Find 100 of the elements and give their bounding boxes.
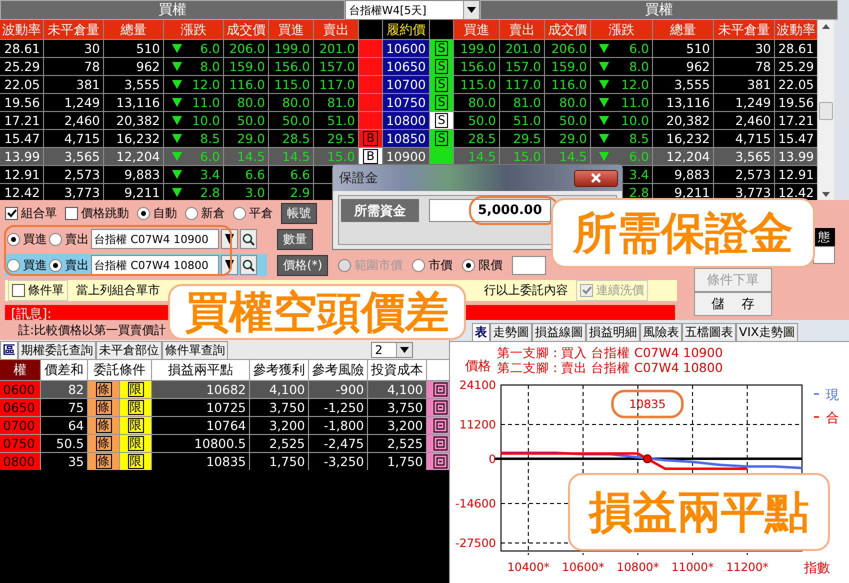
radio-button[interactable] — [7, 258, 20, 272]
series-select[interactable]: 台指權W4[5天] — [345, 0, 480, 20]
change-value: 6.0 — [200, 149, 220, 164]
chart-icon[interactable] — [432, 454, 448, 469]
buy-flag-cell[interactable] — [359, 76, 382, 93]
tab[interactable]: 區 — [0, 341, 18, 359]
table-cell: 3,555 — [653, 76, 713, 93]
radio-button[interactable] — [185, 207, 198, 220]
table-cell: 510 — [104, 40, 163, 57]
table-cell: 9,883 — [653, 166, 713, 183]
table-cell: -2,475 — [309, 435, 367, 452]
condition-cell[interactable]: 條 — [88, 381, 119, 398]
condition-cell[interactable]: 條 — [88, 435, 119, 452]
checkbox[interactable] — [65, 207, 78, 220]
buy-flag-cell[interactable]: B — [359, 130, 382, 147]
sell-flag-cell[interactable]: S — [430, 112, 453, 129]
radio-button[interactable] — [49, 232, 62, 246]
price-button[interactable]: 價格(*) — [277, 254, 328, 276]
axis-tick-label: 0 — [488, 452, 496, 466]
tab[interactable]: 未平倉部位 — [96, 341, 162, 359]
buy-flag-cell[interactable] — [359, 94, 382, 111]
tab[interactable]: 期權委託查詢 — [18, 341, 96, 359]
contract-field[interactable]: 台指權 C07W4 10900 — [91, 229, 219, 249]
section-title: 買權 — [480, 0, 838, 20]
table-cell: 3,750 — [368, 399, 426, 416]
table-cell: 15.47 — [775, 130, 817, 147]
scrollbar-thumb[interactable] — [819, 102, 833, 120]
tab[interactable]: 損益線圖 — [532, 323, 586, 341]
caret-icon — [467, 7, 476, 13]
checkbox[interactable] — [12, 284, 25, 297]
table-cell: 157.0 — [314, 58, 358, 75]
table-cell: 28.5 — [269, 130, 313, 147]
table-cell: 20,382 — [653, 112, 713, 129]
sell-flag-cell[interactable]: S — [430, 40, 453, 57]
buy-flag-cell[interactable] — [359, 58, 382, 75]
condition-cell[interactable]: 限 — [120, 417, 151, 434]
sell-flag-cell[interactable]: S — [430, 58, 453, 75]
sell-flag-cell[interactable] — [430, 148, 453, 165]
table-cell: 10800.5 — [152, 435, 249, 452]
change-value: 11.0 — [192, 95, 220, 110]
radio-button[interactable] — [7, 232, 20, 246]
tab[interactable]: 表 — [472, 323, 490, 341]
radio-button[interactable] — [137, 207, 150, 220]
callout: 所需保證金 — [551, 198, 815, 268]
radio-label: 市價 — [428, 256, 452, 274]
table-cell: 0800 — [0, 453, 40, 470]
leg-description: 第一支腳 : 買入 台指權 C07W4 10900 — [497, 345, 723, 360]
sell-flag-cell[interactable]: S — [430, 76, 453, 93]
tab[interactable]: 損益明細 — [586, 323, 640, 341]
condition-cell[interactable]: 限 — [120, 453, 151, 470]
axis-tick-label: 10800* — [616, 560, 659, 574]
chart-icon[interactable] — [432, 382, 448, 397]
chart-icon[interactable] — [432, 400, 448, 415]
caret-icon — [400, 347, 409, 353]
checkbox[interactable] — [5, 207, 18, 220]
radio-button[interactable] — [412, 258, 426, 272]
buy-flag-cell[interactable] — [359, 40, 382, 57]
table-cell: 50.5 — [41, 435, 87, 452]
radio-button[interactable] — [49, 258, 62, 272]
column-header: 價差和 — [41, 360, 87, 380]
tab[interactable]: 五檔圖表 — [682, 323, 736, 341]
price-field[interactable] — [512, 256, 546, 274]
scrollbar[interactable] — [817, 20, 834, 201]
order-button[interactable]: 儲 存 — [694, 292, 772, 316]
quantity-button[interactable]: 數量 — [277, 228, 313, 250]
chart-icon[interactable] — [432, 436, 448, 451]
table-cell: 510 — [653, 40, 713, 57]
account-button[interactable]: 帳號 — [281, 203, 317, 224]
buy-flag-cell[interactable]: B — [359, 148, 382, 165]
tab[interactable]: 走勢圖 — [490, 323, 532, 341]
condition-cell[interactable]: 條 — [88, 453, 119, 470]
sell-flag-cell[interactable]: S — [430, 94, 453, 111]
search-button[interactable] — [240, 229, 257, 249]
scroll-down-icon[interactable] — [822, 192, 830, 197]
change-value: 6.0 — [629, 41, 649, 56]
condition-cell[interactable]: 條 — [88, 399, 119, 416]
close-button[interactable] — [574, 170, 618, 186]
buy-flag-cell[interactable] — [359, 112, 382, 129]
scroll-up-icon[interactable] — [822, 24, 830, 29]
condition-cell[interactable]: 限 — [120, 381, 151, 398]
tab[interactable]: 風險表 — [640, 323, 682, 341]
condition-cell[interactable]: 條 — [88, 417, 119, 434]
table-cell: 9,883 — [104, 166, 163, 183]
radio-label: 賣出 — [65, 256, 89, 274]
count-select[interactable]: 2 — [371, 342, 413, 358]
column-header: 履約價 — [383, 20, 429, 39]
condition-cell[interactable]: 限 — [120, 399, 151, 416]
condition-cell[interactable]: 限 — [120, 435, 151, 452]
contract-field[interactable]: 台指權 C07W4 10800 — [91, 255, 219, 275]
search-button[interactable] — [240, 255, 257, 275]
sell-flag-cell[interactable]: S — [430, 130, 453, 147]
table-cell: 13,116 — [104, 94, 163, 111]
tab[interactable]: VIX走勢圖 — [736, 323, 798, 341]
tab[interactable]: 條件單查詢 — [162, 341, 228, 359]
table-cell: 28.61 — [775, 40, 817, 57]
chart-icon[interactable] — [432, 418, 448, 433]
radio-button[interactable] — [462, 258, 476, 272]
radio-button[interactable] — [233, 207, 246, 220]
table-cell: 50.0 — [224, 112, 268, 129]
table-cell: 15.47 — [0, 130, 43, 147]
